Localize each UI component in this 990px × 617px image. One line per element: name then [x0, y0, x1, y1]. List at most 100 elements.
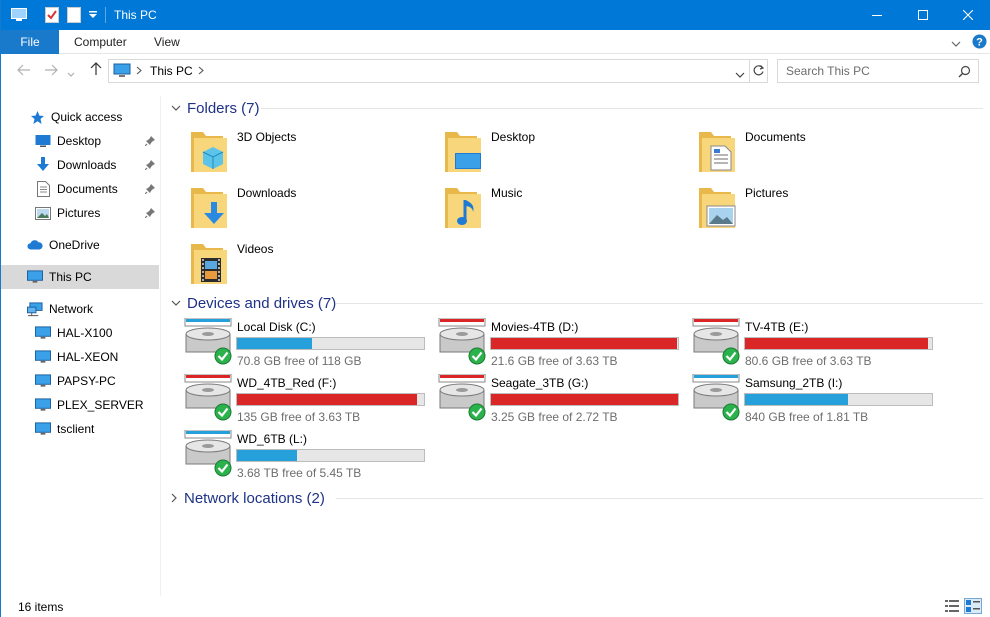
group-header-network-locations[interactable]: Network locations (2) — [171, 487, 325, 509]
sidebar-item-this-pc[interactable]: This PC — [1, 265, 159, 289]
monitor-icon — [35, 421, 51, 437]
folder-3d-objects[interactable]: 3D Objects — [163, 126, 413, 178]
breadcrumb-this-pc[interactable]: This PC — [150, 64, 193, 78]
content-pane: Folders (7) 3D Objects Desktop Documents — [161, 96, 990, 596]
drive-tile[interactable]: Samsung_2TB (I:) 840 GB free of 1.81 TB — [671, 373, 933, 426]
sidebar-item-desktop[interactable]: Desktop — [1, 129, 159, 153]
drive-name: Local Disk (C:) — [237, 320, 316, 334]
navigation-pane: Quick access Desktop Downloads Documents — [1, 96, 161, 596]
drive-tile[interactable]: WD_6TB (L:) 3.68 TB free of 5.45 TB — [163, 429, 425, 482]
folder-documents[interactable]: Documents — [671, 126, 921, 178]
drive-free-space: 80.6 GB free of 3.63 TB — [745, 354, 872, 368]
hard-drive-icon — [183, 317, 233, 368]
details-view-icon — [945, 600, 959, 612]
group-header-folders[interactable]: Folders (7) — [171, 97, 260, 119]
explorer-window: This PC File Computer View ? This PC Sea… — [0, 0, 990, 617]
item-count: 16 items — [18, 600, 64, 614]
drive-tile[interactable]: Seagate_3TB (G:) 3.25 GB free of 2.72 TB — [417, 373, 679, 426]
pin-icon[interactable] — [144, 159, 155, 173]
pin-icon[interactable] — [144, 207, 155, 221]
tiles-view-button[interactable] — [964, 598, 982, 614]
help-icon[interactable]: ? — [972, 34, 987, 52]
drive-usage-fill — [237, 394, 418, 405]
expand-ribbon-chevron-icon[interactable] — [951, 37, 961, 51]
breadcrumb-separator-icon[interactable] — [136, 64, 142, 78]
drive-tile[interactable]: WD_4TB_Red (F:) 135 GB free of 3.63 TB — [163, 373, 425, 426]
drive-free-space: 135 GB free of 3.63 TB — [237, 410, 361, 424]
sidebar-item-label: Pictures — [57, 206, 101, 220]
address-bar[interactable]: This PC — [108, 59, 768, 83]
drive-tile[interactable]: Local Disk (C:) 70.8 GB free of 118 GB — [163, 317, 425, 370]
folder-label: Music — [491, 186, 523, 200]
maximize-button[interactable] — [900, 0, 946, 30]
address-dropdown-icon[interactable] — [735, 68, 745, 82]
hard-drive-icon — [691, 373, 741, 424]
back-arrow-icon — [17, 64, 30, 76]
sidebar-item-hal-xeon[interactable]: HAL-XEON — [1, 345, 159, 369]
sidebar-item-label: tsclient — [57, 422, 95, 436]
sidebar-item-quick-access[interactable]: Quick access — [1, 105, 159, 129]
folder-label: Desktop — [491, 130, 536, 144]
hard-drive-icon — [183, 373, 233, 424]
sidebar-item-downloads[interactable]: Downloads — [1, 153, 159, 177]
sidebar-item-documents[interactable]: Documents — [1, 177, 159, 201]
close-button[interactable] — [945, 0, 990, 30]
search-box[interactable] — [777, 59, 979, 83]
up-button[interactable] — [90, 62, 102, 79]
sidebar-item-network[interactable]: Network — [1, 297, 159, 321]
pin-icon[interactable] — [144, 183, 155, 197]
group-divider — [261, 108, 983, 109]
minimize-button[interactable] — [854, 0, 900, 30]
monitor-icon — [35, 373, 51, 389]
sidebar-item-label: PAPSY-PC — [57, 374, 116, 388]
sidebar-item-label: Desktop — [57, 134, 102, 148]
drive-usage-fill — [745, 338, 928, 349]
music-note-icon — [443, 184, 483, 230]
drive-label-strip — [440, 375, 484, 378]
hard-drive-icon — [183, 429, 233, 480]
chevron-right-icon — [171, 493, 177, 503]
search-input[interactable] — [778, 60, 958, 82]
sidebar-item-onedrive[interactable]: OneDrive — [1, 233, 159, 257]
status-bar: 16 items — [1, 596, 990, 617]
folder-music[interactable]: Music — [417, 182, 667, 234]
drive-tile[interactable]: Movies-4TB (D:) 21.6 GB free of 3.63 TB — [417, 317, 679, 370]
new-folder-icon[interactable] — [67, 6, 81, 24]
details-view-button[interactable] — [945, 600, 959, 615]
group-title: Devices and drives (7) — [187, 294, 337, 312]
recent-locations-button[interactable] — [67, 65, 75, 81]
sidebar-item-hal-x100[interactable]: HAL-X100 — [1, 321, 159, 345]
drive-usage-bar — [744, 393, 933, 406]
breadcrumb-chevron-icon[interactable] — [198, 64, 204, 78]
folder-desktop[interactable]: Desktop — [417, 126, 667, 178]
folder-label: Documents — [745, 130, 806, 144]
refresh-button[interactable] — [752, 64, 765, 80]
sidebar-item-label: PLEX_SERVER — [57, 398, 144, 412]
tab-file[interactable]: File — [1, 30, 59, 54]
sidebar-item-tsclient[interactable]: tsclient — [1, 417, 159, 441]
group-divider — [336, 303, 983, 304]
address-row: This PC — [1, 55, 990, 87]
drive-tile[interactable]: TV-4TB (E:) 80.6 GB free of 3.63 TB — [671, 317, 933, 370]
sidebar-item-label: OneDrive — [49, 238, 100, 252]
tab-view[interactable]: View — [154, 30, 180, 54]
tab-computer[interactable]: Computer — [74, 30, 127, 54]
pin-icon[interactable] — [144, 135, 155, 149]
folder-downloads[interactable]: Downloads — [163, 182, 413, 234]
search-icon[interactable] — [958, 65, 971, 81]
picture-icon — [697, 184, 737, 230]
forward-button[interactable] — [44, 63, 58, 79]
customize-dropdown-icon[interactable] — [89, 6, 97, 24]
properties-icon[interactable] — [45, 6, 59, 24]
back-button[interactable] — [17, 63, 31, 79]
drive-label-strip — [186, 375, 230, 378]
drive-usage-fill — [491, 338, 677, 349]
group-header-drives[interactable]: Devices and drives (7) — [171, 292, 336, 314]
group-title: Folders (7) — [187, 99, 260, 117]
sidebar-item-papsy-pc[interactable]: PAPSY-PC — [1, 369, 159, 393]
sidebar-item-plex-server[interactable]: PLEX_SERVER — [1, 393, 159, 417]
sidebar-item-pictures[interactable]: Pictures — [1, 201, 159, 225]
folder-videos[interactable]: Videos — [163, 238, 413, 290]
pc-icon[interactable] — [11, 6, 27, 24]
folder-pictures[interactable]: Pictures — [671, 182, 921, 234]
